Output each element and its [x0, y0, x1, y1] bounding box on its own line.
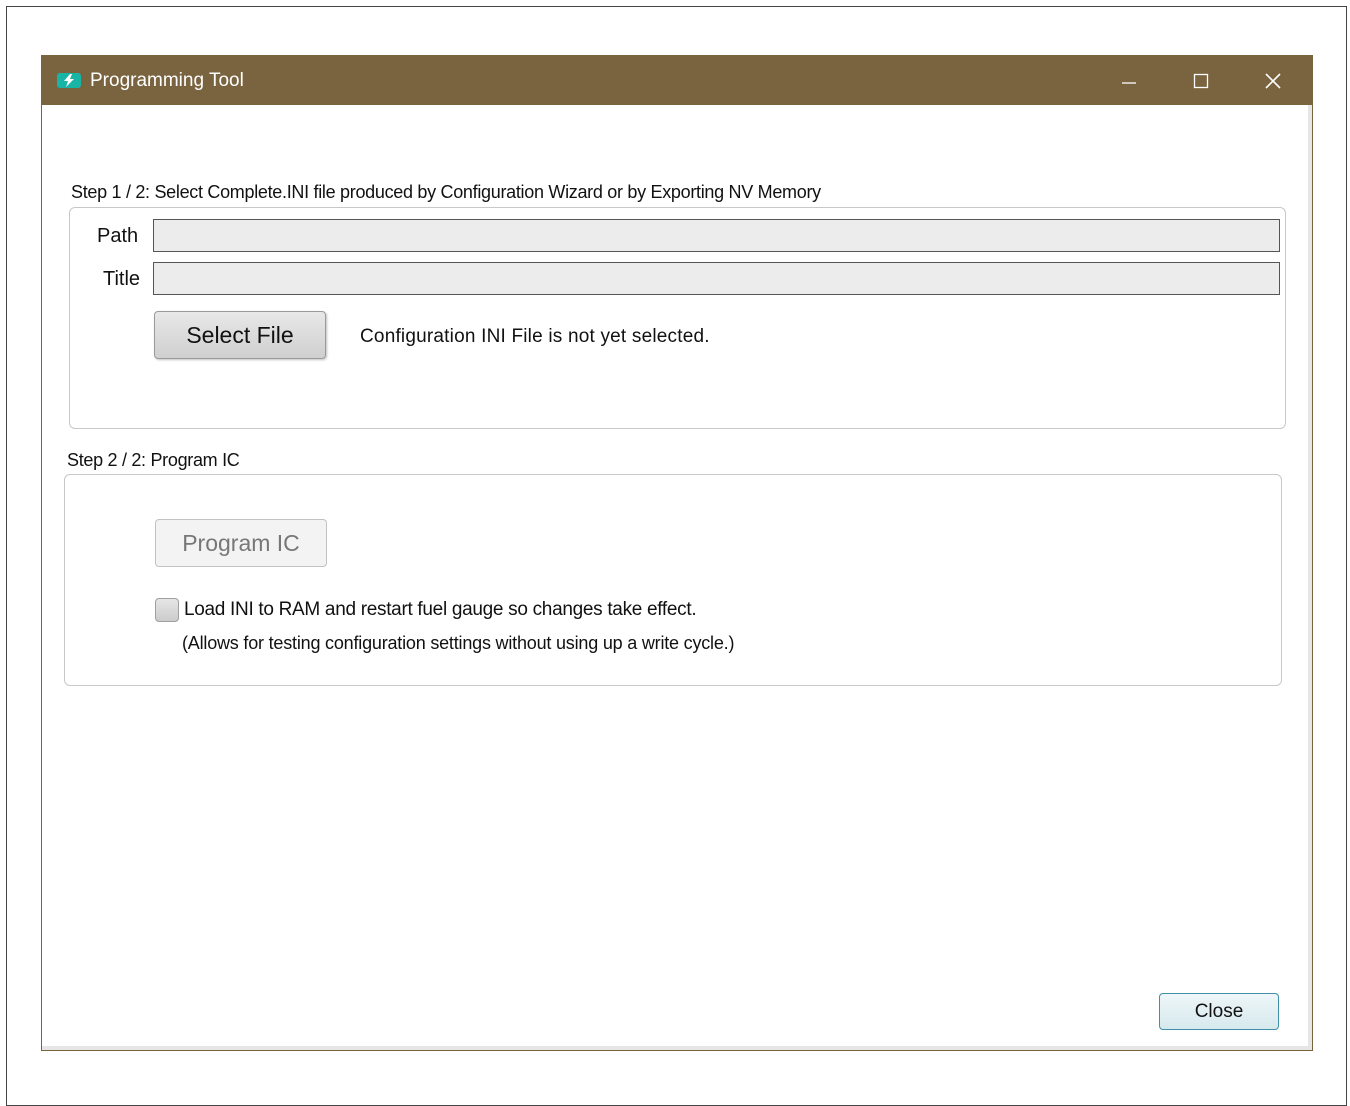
load-ram-checkbox[interactable] [155, 598, 179, 622]
close-icon [1265, 72, 1281, 89]
step2-group-box [64, 474, 1282, 686]
path-field[interactable] [153, 219, 1280, 252]
close-button[interactable]: Close [1159, 993, 1279, 1030]
minimize-icon [1122, 81, 1136, 84]
maximize-icon [1193, 73, 1209, 88]
step1-heading: Step 1 / 2: Select Complete.INI file pro… [71, 182, 821, 202]
step2-heading: Step 2 / 2: Program IC [67, 450, 240, 470]
load-ram-checkbox-label[interactable]: Load INI to RAM and restart fuel gauge s… [184, 599, 697, 621]
minimize-button[interactable] [1094, 56, 1164, 105]
maximize-button[interactable] [1166, 56, 1236, 105]
load-ram-note: (Allows for testing configuration settin… [182, 633, 735, 653]
select-file-button[interactable]: Select File [154, 311, 326, 359]
close-window-button[interactable] [1238, 56, 1308, 105]
app-logo-icon [57, 73, 81, 88]
title-label: Title [103, 268, 141, 290]
path-label: Path [97, 225, 139, 247]
title-field[interactable] [153, 262, 1280, 295]
window-title: Programming Tool [90, 70, 244, 91]
program-ic-button[interactable]: Program IC [155, 519, 327, 567]
file-status-text: Configuration INI File is not yet select… [360, 326, 710, 347]
title-bar[interactable]: Programming Tool [42, 56, 1312, 105]
programming-tool-window: Programming Tool Step 1 / 2: Select Comp… [41, 55, 1313, 1051]
